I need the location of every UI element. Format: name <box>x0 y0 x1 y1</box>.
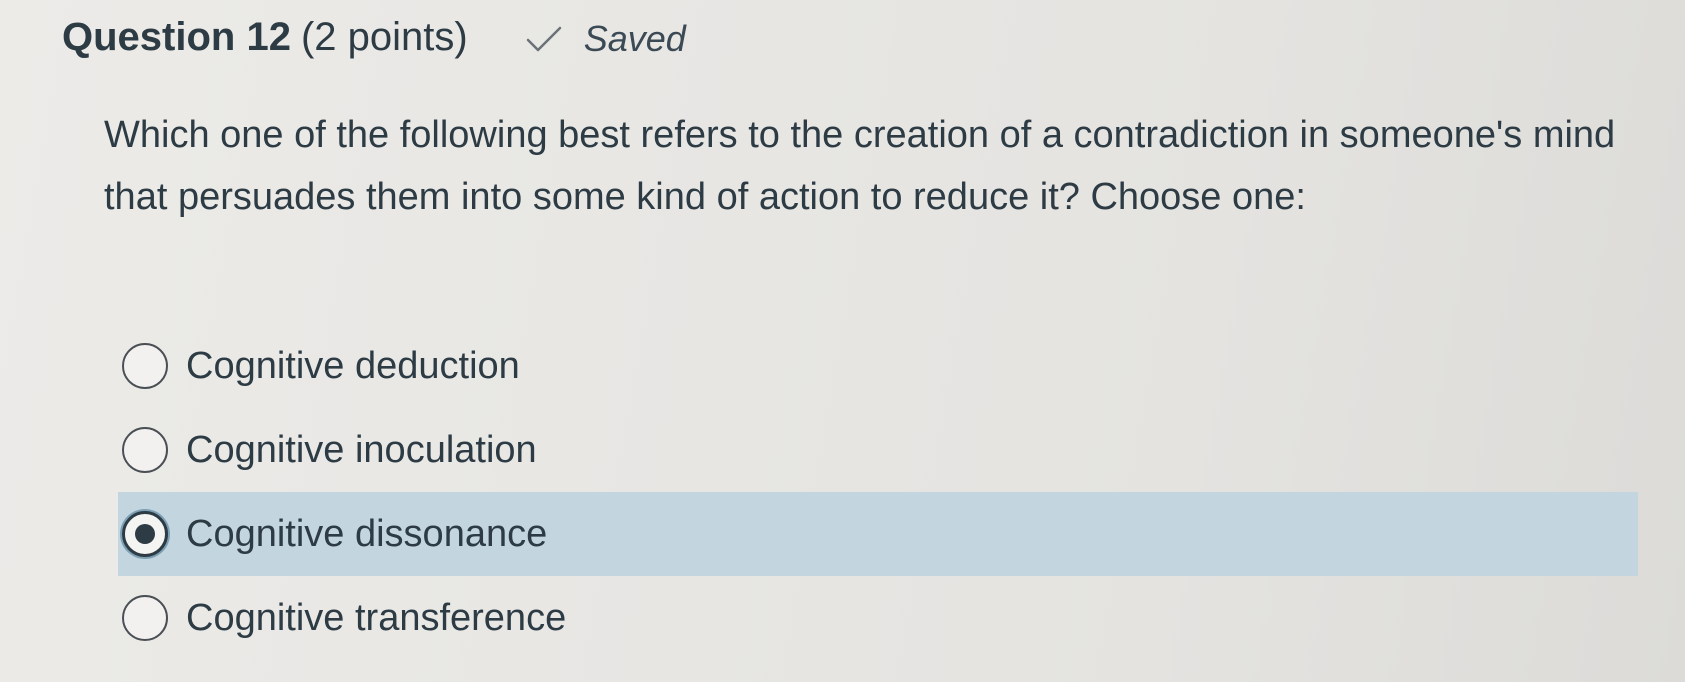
answer-option-3-selected[interactable]: Cognitive dissonance <box>118 492 1638 576</box>
answer-option-1[interactable]: Cognitive deduction <box>118 324 1638 408</box>
radio-button[interactable] <box>122 427 168 473</box>
answer-label: Cognitive transference <box>186 596 567 639</box>
saved-label: Saved <box>583 18 686 59</box>
question-prompt: Which one of the following best refers t… <box>104 114 1616 218</box>
radio-button-selected[interactable] <box>122 511 168 557</box>
question-header: Question 12 (2 points) Saved <box>62 14 686 60</box>
radio-selected-dot <box>135 524 155 544</box>
answer-option-2[interactable]: Cognitive inoculation <box>118 408 1638 492</box>
answer-label: Cognitive deduction <box>186 344 520 387</box>
radio-button[interactable] <box>122 343 168 389</box>
saved-status: Saved <box>524 18 686 60</box>
answer-list: Cognitive deduction Cognitive inoculatio… <box>118 324 1638 660</box>
answer-label: Cognitive dissonance <box>186 512 548 555</box>
checkmark-icon <box>526 26 561 52</box>
question-title: Question 12 <box>62 15 291 59</box>
radio-button[interactable] <box>122 595 168 641</box>
question-points: (2 points) <box>300 15 468 59</box>
answer-label: Cognitive inoculation <box>186 428 537 471</box>
answer-option-4[interactable]: Cognitive transference <box>118 576 1638 660</box>
